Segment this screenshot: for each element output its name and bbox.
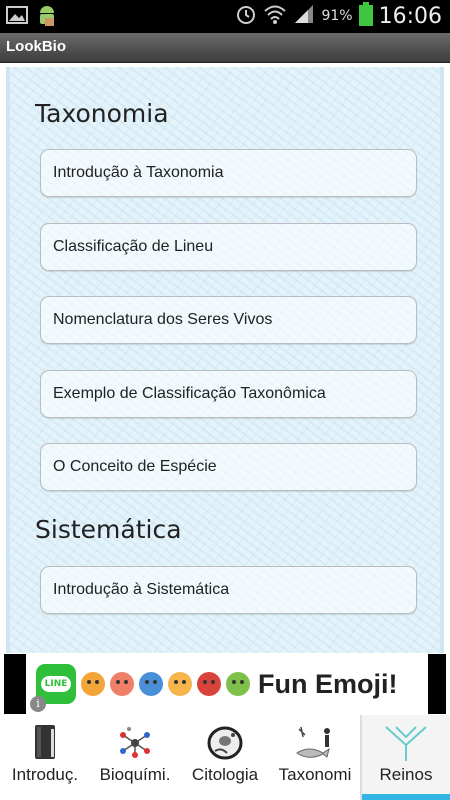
molecule-icon (113, 723, 157, 763)
emoji-blush-icon (110, 672, 134, 696)
wifi-icon (263, 3, 287, 29)
emoji-grin-icon (168, 672, 192, 696)
list-item[interactable]: Introdução à Sistemática (40, 566, 417, 614)
tab-taxonomia[interactable]: Taxonomi (270, 715, 360, 800)
ad-banner[interactable]: LINE Fun Emoji! i (0, 653, 450, 715)
ad-content[interactable]: LINE Fun Emoji! (26, 654, 428, 714)
tree-icon (384, 723, 428, 763)
tab-label: Taxonomi (278, 765, 352, 784)
list-item[interactable]: Classificação de Lineu (40, 223, 417, 271)
tab-label: Reinos (379, 765, 433, 784)
topic-list: Taxonomia Introdução à Taxonomia Classif… (6, 67, 444, 653)
tab-label: Introduç. (11, 765, 79, 784)
section-title-sistematica: Sistemática (35, 515, 182, 544)
emoji-alien-icon (226, 672, 250, 696)
list-item[interactable]: O Conceito de Espécie (40, 443, 417, 491)
content-area[interactable]: Taxonomia Introdução à Taxonomia Classif… (0, 63, 450, 653)
clock: 16:06 (378, 3, 442, 29)
tab-citologia[interactable]: Citologia (180, 715, 270, 800)
list-item[interactable]: Introdução à Taxonomia (40, 149, 417, 197)
alarm-icon (235, 3, 257, 29)
battery-icon (358, 2, 373, 30)
signal-icon (293, 3, 315, 29)
book-icon (23, 723, 67, 763)
tab-introducao[interactable]: Introduç. (0, 715, 90, 800)
list-item[interactable]: Nomenclatura dos Seres Vivos (40, 296, 417, 344)
list-item[interactable]: Exemplo de Classificação Taxonômica (40, 370, 417, 418)
android-icon (36, 4, 58, 26)
image-icon (6, 4, 28, 26)
tab-label: Citologia (191, 765, 259, 784)
app-title: LookBio (6, 38, 66, 55)
organisms-icon (293, 723, 337, 763)
emoji-devil-icon (197, 672, 221, 696)
cell-icon (203, 723, 247, 763)
tab-reinos[interactable]: Reinos (360, 715, 450, 800)
ad-info-icon[interactable]: i (30, 696, 46, 712)
tab-label: Bioquími. (99, 765, 171, 784)
status-bar: 91% 16:06 (0, 0, 450, 33)
emoji-smile-icon (81, 672, 105, 696)
emoji-scream-icon (139, 672, 163, 696)
ad-text: Fun Emoji! (258, 668, 398, 699)
section-title-taxonomia: Taxonomia (35, 99, 169, 128)
bottom-tab-bar: Introduç. Bioquími. Citologia Taxonomi R… (0, 715, 450, 800)
action-bar: LookBio (0, 33, 450, 63)
battery-percent: 91% (321, 8, 353, 24)
tab-bioquimica[interactable]: Bioquími. (90, 715, 180, 800)
